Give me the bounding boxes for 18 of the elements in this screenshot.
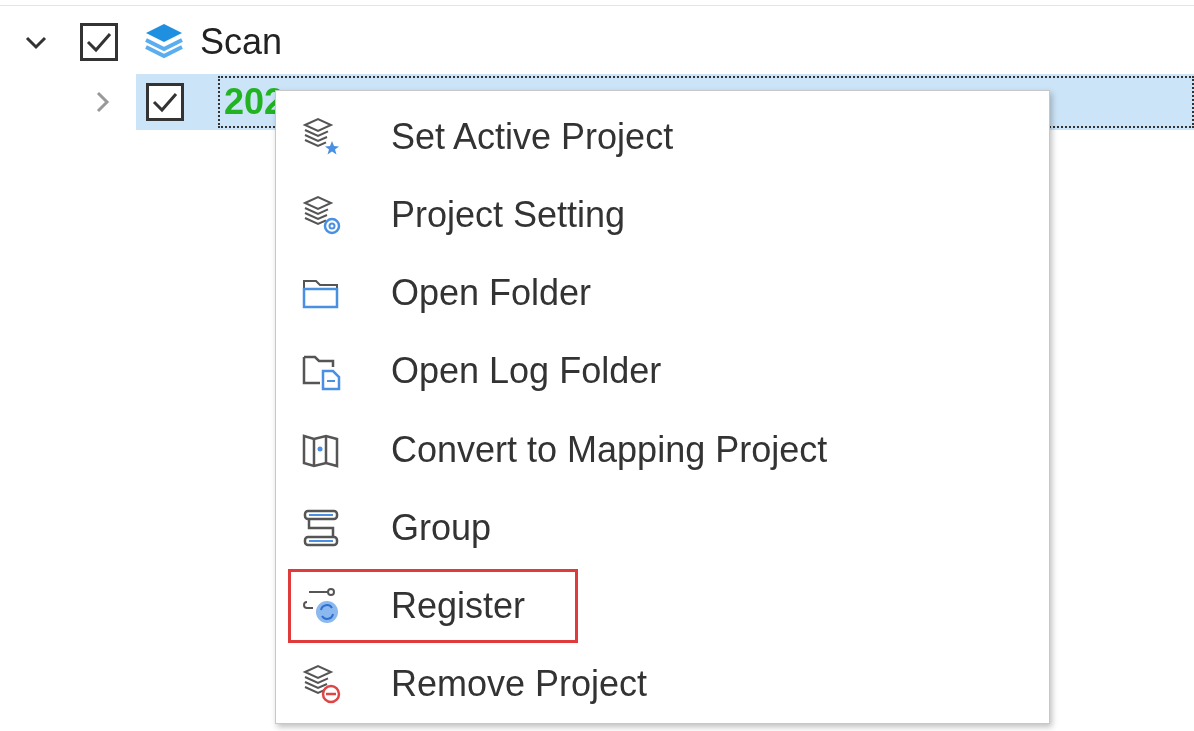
menu-item[interactable]: Convert to Mapping Project xyxy=(391,428,828,471)
checkmark-icon xyxy=(86,31,112,53)
register-icon xyxy=(301,585,341,626)
menu-item[interactable]: Open Log Folder xyxy=(391,350,662,393)
checkbox[interactable] xyxy=(80,23,118,61)
group-icon xyxy=(301,507,341,548)
layers-icon xyxy=(144,23,184,61)
menu-item[interactable]: Remove Project xyxy=(391,662,648,705)
menu-item[interactable]: Group xyxy=(391,506,492,549)
menu-item[interactable]: Project Setting xyxy=(391,194,626,237)
tree-item-label[interactable]: Scan xyxy=(194,16,293,68)
layers-icon xyxy=(301,117,341,158)
settings-icon xyxy=(301,195,341,236)
menu-item[interactable]: Register xyxy=(391,584,526,627)
checkbox[interactable] xyxy=(146,83,184,121)
remove-layers-icon xyxy=(301,663,341,704)
checkmark-icon xyxy=(152,91,178,113)
menu-item[interactable]: Open Folder xyxy=(391,272,592,315)
